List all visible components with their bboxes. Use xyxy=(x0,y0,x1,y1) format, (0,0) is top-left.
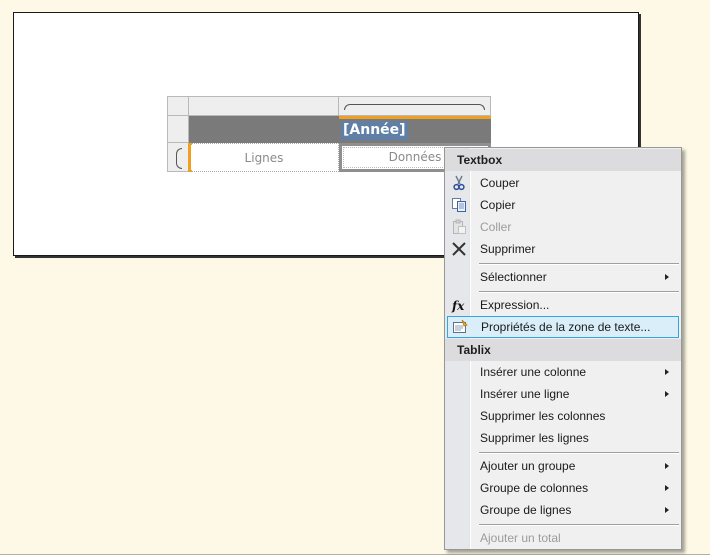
tablix[interactable]: [Année] Lignes Données xyxy=(167,96,491,174)
submenu-arrow-icon xyxy=(665,391,669,397)
annee-column-header-cell[interactable]: [Année] xyxy=(339,116,491,143)
delete-x-icon xyxy=(451,241,467,257)
submenu-arrow-icon xyxy=(665,485,669,491)
menu-item-inserer-ligne[interactable]: Insérer une ligne xyxy=(447,383,679,405)
menu-item-coller-label: Coller xyxy=(480,220,512,234)
menu-item-groupe-lignes[interactable]: Groupe de lignes xyxy=(447,499,679,521)
paste-icon xyxy=(451,219,467,235)
submenu-arrow-icon xyxy=(665,507,669,513)
column-group-bracket xyxy=(344,104,485,110)
menu-item-inserer-colonne-label: Insérer une colonne xyxy=(480,365,587,379)
menu-item-proprietes-label: Propriétés de la zone de texte... xyxy=(481,320,651,334)
menu-item-selectionner-label: Sélectionner xyxy=(480,270,547,284)
context-menu: Textbox Couper Copier Coller Supprimer S… xyxy=(444,147,682,550)
menu-item-supprimer-colonnes-label: Supprimer les colonnes xyxy=(480,409,606,423)
lignes-label: Lignes xyxy=(244,151,284,165)
menu-item-ajouter-total[interactable]: Ajouter un total xyxy=(447,527,679,549)
menu-item-coller[interactable]: Coller xyxy=(447,216,679,238)
svg-text:fx: fx xyxy=(451,299,465,313)
menu-item-groupe-colonnes[interactable]: Groupe de colonnes xyxy=(447,477,679,499)
menu-item-ajouter-total-label: Ajouter un total xyxy=(480,531,561,545)
lignes-row-cell[interactable]: Lignes xyxy=(188,143,339,172)
menu-separator xyxy=(479,452,679,454)
menu-item-ajouter-groupe[interactable]: Ajouter un groupe xyxy=(447,455,679,477)
menu-item-supprimer-lignes[interactable]: Supprimer les lignes xyxy=(447,427,679,449)
submenu-arrow-icon xyxy=(665,369,669,375)
menu-separator xyxy=(479,263,679,265)
submenu-arrow-icon xyxy=(665,463,669,469)
menu-item-expression[interactable]: fx Expression... xyxy=(447,294,679,316)
menu-item-couper-label: Couper xyxy=(480,176,520,190)
menu-item-supprimer-label: Supprimer xyxy=(480,242,536,256)
tablix-corner-handle[interactable] xyxy=(167,96,189,116)
menu-item-couper[interactable]: Couper xyxy=(447,172,679,194)
menu-item-copier[interactable]: Copier xyxy=(447,194,679,216)
row-group-selection-marker xyxy=(188,143,192,172)
tablix-section-header: Tablix xyxy=(445,339,681,361)
menu-item-copier-label: Copier xyxy=(480,198,516,212)
scissors-icon xyxy=(451,175,467,191)
textbox-section-header: Textbox xyxy=(445,149,681,171)
menu-item-proprietes-zone-texte[interactable]: Propriétés de la zone de texte... xyxy=(447,316,679,338)
row-handle-2[interactable] xyxy=(167,143,189,172)
copy-icon xyxy=(451,197,467,213)
menu-separator xyxy=(479,524,679,526)
submenu-arrow-icon xyxy=(665,274,669,280)
properties-icon xyxy=(452,319,468,335)
menu-separator xyxy=(479,291,679,293)
column-handle-1[interactable] xyxy=(189,96,339,116)
annee-field-label: [Année] xyxy=(341,121,408,140)
column-handle-2[interactable] xyxy=(339,96,491,116)
menu-item-supprimer-lignes-label: Supprimer les lignes xyxy=(480,431,589,445)
row-handle-1[interactable] xyxy=(167,116,189,143)
menu-item-inserer-colonne[interactable]: Insérer une colonne xyxy=(447,361,679,383)
menu-item-supprimer[interactable]: Supprimer xyxy=(447,238,679,260)
menu-item-expression-label: Expression... xyxy=(480,298,550,312)
menu-item-supprimer-colonnes[interactable]: Supprimer les colonnes xyxy=(447,405,679,427)
fx-icon: fx xyxy=(451,297,467,313)
tablix-header-cell-empty[interactable] xyxy=(189,116,339,143)
row-group-bracket xyxy=(176,148,182,169)
menu-item-inserer-ligne-label: Insérer une ligne xyxy=(480,387,570,401)
menu-item-groupe-colonnes-label: Groupe de colonnes xyxy=(480,481,589,495)
menu-item-selectionner[interactable]: Sélectionner xyxy=(447,266,679,288)
menu-item-ajouter-groupe-label: Ajouter un groupe xyxy=(480,459,576,473)
menu-item-groupe-lignes-label: Groupe de lignes xyxy=(480,503,572,517)
